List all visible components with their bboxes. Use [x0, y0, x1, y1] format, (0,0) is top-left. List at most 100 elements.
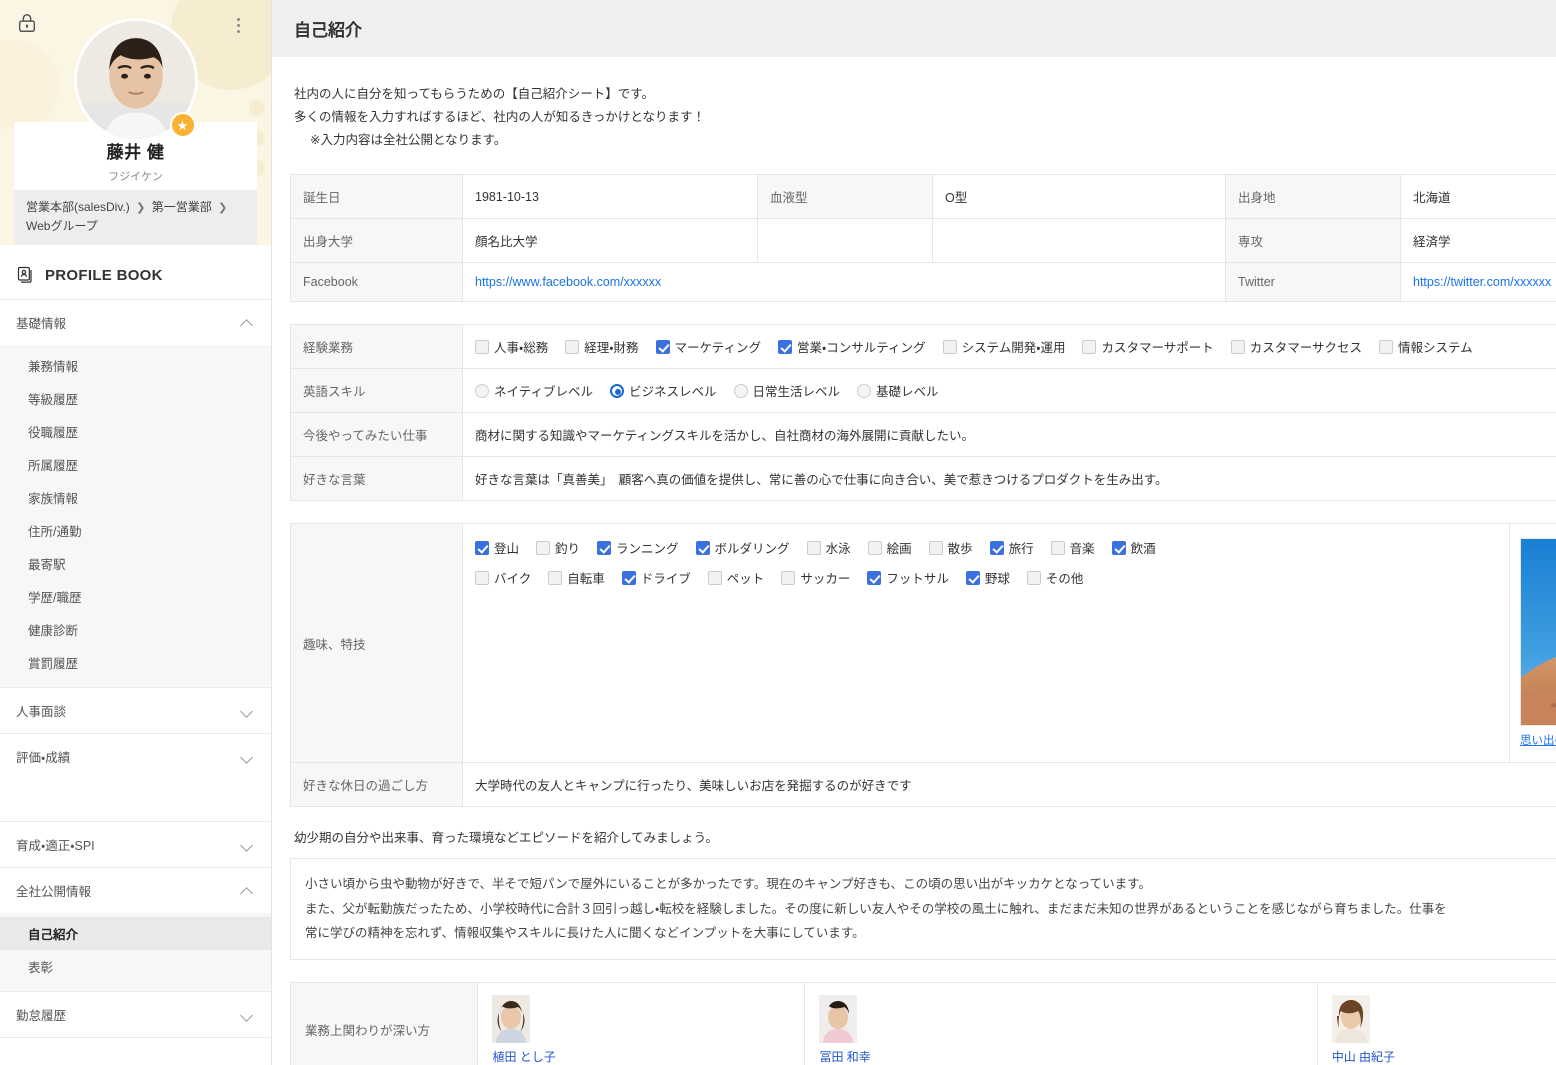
radio-basic[interactable]: 基礎レベル [857, 381, 939, 400]
sidebar-item-shozoku[interactable]: 所属履歴 [0, 448, 271, 481]
sidebar-item-gakureki[interactable]: 学歴/職歴 [0, 580, 271, 613]
person-name-link[interactable]: 中山 由紀子 [1332, 1048, 1556, 1065]
checkbox-jinji-soumu[interactable]: 人事・総務 [475, 337, 548, 356]
checkbox-drive[interactable]: ドライブ [621, 568, 691, 587]
sidebar-item-moyorieki[interactable]: 最寄駅 [0, 547, 271, 580]
chevron-up-icon [241, 885, 253, 897]
hobby-options: 登山 釣り ランニング ボルダリング 水泳 絵画 散歩 旅行 音楽 飲酒 バイク… [475, 538, 1497, 587]
checkbox-eigyou-consulting[interactable]: 営業・コンサルティング [778, 337, 926, 356]
radio-icon [733, 383, 748, 398]
radio-business[interactable]: ビジネスレベル [610, 381, 717, 400]
table-row: 出身大学 顔名比大学 専攻 経済学 [290, 218, 1556, 264]
checkbox-keiri-zaimu[interactable]: 経理・財務 [565, 337, 639, 356]
sidebar-group-jinji-mendan[interactable]: 人事面談 [0, 687, 271, 733]
facebook-link[interactable]: https://www.facebook.com/xxxxxx [475, 275, 661, 289]
checkbox-soccer[interactable]: サッカー [781, 568, 850, 587]
checkbox-ongaku[interactable]: 音楽 [1050, 538, 1095, 557]
cell-empty [757, 218, 933, 264]
sidebar-group-hyouka[interactable]: 評価・成績 [0, 733, 271, 779]
cell-label-birthplace: 出身地 [1225, 174, 1401, 220]
checkbox-box-icon [565, 339, 580, 354]
checkbox-sanpo[interactable]: 散歩 [928, 538, 973, 557]
sidebar-item-hyoushou[interactable]: 表彰 [0, 950, 271, 983]
checkbox-yakyuu[interactable]: 野球 [965, 568, 1010, 587]
person-cell-1: 植田 とし子 [477, 981, 806, 1065]
checkbox-label: 情報システム [1397, 341, 1473, 356]
star-badge-icon: ★ [169, 112, 196, 138]
checkbox-futsal[interactable]: フットサル [867, 568, 949, 587]
episode-line-1: 小さい頃から虫や動物が好きで、半そで短パンで屋外にいることが多かったです。現在の… [305, 877, 1151, 892]
checkbox-jouhou-system[interactable]: 情報システム [1378, 337, 1473, 356]
lock-icon[interactable] [16, 12, 38, 34]
sidebar-group-zensha-koukai[interactable]: 全社公開情報 [0, 867, 271, 913]
sidebar-sub-kiso: 兼務情報 等級履歴 役職履歴 所属履歴 家族情報 住所/通勤 最寄駅 学歴/職歴… [0, 345, 271, 687]
decorative-dot [249, 100, 265, 116]
checkbox-tozan[interactable]: 登山 [475, 538, 519, 557]
sidebar-group-kintai[interactable]: 勤怠履歴 [0, 991, 271, 1037]
breadcrumb-org-2[interactable]: 第一営業部 [152, 200, 212, 214]
person-avatar-3 [1331, 994, 1370, 1043]
profile-name-kana: フジイケン [108, 171, 163, 183]
checkbox-label: 人事・総務 [494, 341, 549, 356]
person-name-link[interactable]: 冨田 和幸 [819, 1048, 1302, 1065]
twitter-link[interactable]: https://twitter.com/xxxxxx [1413, 275, 1551, 289]
checkbox-bouldering[interactable]: ボルダリング [695, 538, 790, 557]
chevron-up-icon [241, 317, 253, 329]
avatar[interactable]: ★ [73, 18, 198, 142]
checkbox-customer-support[interactable]: カスタマーサポート [1082, 337, 1214, 356]
checkbox-ryokou[interactable]: 旅行 [989, 538, 1034, 557]
person-cell-2: 冨田 和幸 [804, 981, 1318, 1065]
checkbox-pet[interactable]: ペット [707, 568, 764, 587]
checkbox-sonota[interactable]: その他 [1026, 568, 1083, 587]
photo-caption[interactable]: 思い出の一枚.jpg [1520, 732, 1556, 748]
cell-value-birthplace: 北海道 [1400, 174, 1556, 220]
sidebar-item-jikoshoukai[interactable]: 自己紹介 [0, 917, 271, 950]
checkbox-kaiga[interactable]: 絵画 [867, 538, 912, 557]
person-name-link[interactable]: 植田 とし子 [492, 1048, 790, 1065]
breadcrumb-org-1[interactable]: 営業本部(salesDiv.) [26, 200, 130, 214]
person-card[interactable]: 植田 とし子 [492, 994, 790, 1065]
checkbox-system-kaihatsu[interactable]: システム開発・運用 [942, 337, 1065, 356]
sidebar-group-ikusei[interactable]: 育成・適正・SPI [0, 821, 271, 867]
sidebar-group-label: 全社公開情報 [16, 885, 92, 899]
chevron-right-icon: ❯ [136, 202, 146, 214]
kebab-menu-icon[interactable] [229, 14, 247, 36]
breadcrumb: 営業本部(salesDiv.) ❯ 第一営業部 ❯ Webグループ [14, 190, 257, 245]
person-card[interactable]: 中山 由紀子 [1331, 994, 1556, 1065]
radio-daily[interactable]: 日常生活レベル [733, 381, 840, 400]
cell-label-future-job: 今後やってみたい仕事 [290, 412, 463, 458]
sidebar-item-kenkou[interactable]: 健康診断 [0, 613, 271, 646]
breadcrumb-org-3[interactable]: Webグループ [26, 219, 98, 233]
checkbox-customer-success[interactable]: カスタマーサクセス [1230, 337, 1362, 356]
sidebar-item-toukyuu[interactable]: 等級履歴 [0, 382, 271, 415]
hobby-row-1: 登山 釣り ランニング ボルダリング 水泳 絵画 散歩 旅行 音楽 飲酒 [475, 538, 1497, 557]
checkbox-label: カスタマーサクセス [1249, 341, 1362, 356]
sidebar-item-juusho[interactable]: 住所/通勤 [0, 514, 271, 547]
sidebar-group-kiso[interactable]: 基礎情報 [0, 299, 271, 345]
cell-label-bloodtype: 血液型 [757, 174, 933, 220]
checkbox-bike[interactable]: バイク [475, 568, 531, 587]
checkbox-marketing[interactable]: マーケティング [655, 337, 761, 356]
cell-value-twitter: https://twitter.com/xxxxxx [1400, 262, 1556, 303]
checkbox-suiei[interactable]: 水泳 [806, 538, 851, 557]
checkbox-running[interactable]: ランニング [597, 538, 679, 557]
sidebar-item-shoubatsu[interactable]: 賞罰履歴 [0, 646, 271, 679]
person-card[interactable]: 冨田 和幸 [819, 994, 1302, 1065]
cell-value-major: 経済学 [1400, 218, 1556, 264]
sidebar-item-kazoku[interactable]: 家族情報 [0, 481, 271, 514]
checkbox-inshu[interactable]: 飲酒 [1111, 538, 1156, 557]
checkbox-jitensha[interactable]: 自転車 [548, 568, 605, 587]
memory-photo[interactable]: 思い出の一枚.jpg [1520, 538, 1556, 748]
sidebar-group-kyuuyo[interactable]: 給与履歴 [0, 1037, 271, 1044]
radio-icon [475, 383, 489, 398]
radio-native[interactable]: ネイティブレベル [475, 381, 593, 400]
cell-label-experience: 経験業務 [290, 324, 463, 370]
cell-value-bloodtype: O型 [932, 174, 1226, 220]
sidebar-item-kenmu[interactable]: 兼務情報 [0, 349, 271, 382]
checkbox-label: 釣り [555, 542, 581, 557]
cell-label-twitter: Twitter [1225, 262, 1401, 303]
chevron-down-icon [241, 839, 253, 851]
sidebar-item-yakushoku[interactable]: 役職履歴 [0, 415, 271, 448]
checkbox-checked-icon [695, 540, 710, 555]
checkbox-tsuri[interactable]: 釣り [536, 538, 580, 557]
